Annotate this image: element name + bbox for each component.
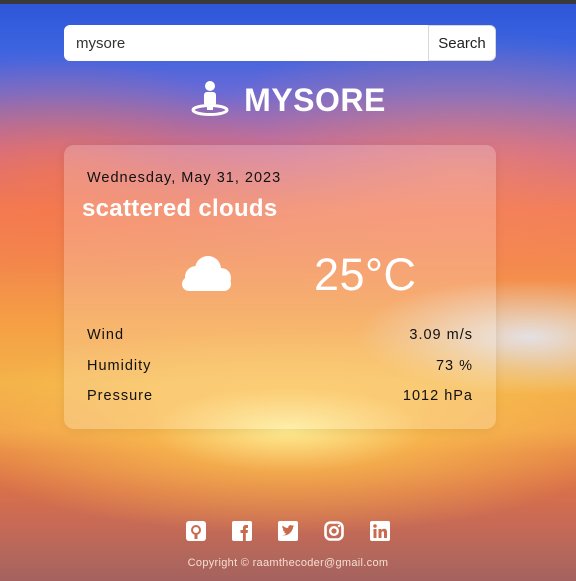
cloud-icon [178,255,234,298]
weather-card: Wednesday, May 31, 2023 scattered clouds… [64,145,496,429]
city-name: MYSORE [244,81,386,118]
search-button[interactable]: Search [428,25,496,61]
stat-value: 1012 hPa [402,388,473,404]
facebook-icon[interactable] [232,521,252,541]
stat-label: Pressure [87,388,154,404]
stat-pressure: Pressure 1012 hPa [87,388,473,404]
stat-humidity: Humidity 73 % [87,358,473,374]
stat-label: Humidity [87,358,152,374]
stat-label: Wind [87,327,125,343]
github-icon[interactable] [186,521,206,541]
linkedin-icon[interactable] [370,521,390,541]
stat-value: 3.09 m/s [409,327,473,343]
temperature: 25°C [314,249,417,300]
weather-date: Wednesday, May 31, 2023 [87,170,282,186]
stat-value: 73 % [435,358,473,374]
instagram-icon[interactable] [324,521,344,541]
social-links [0,521,576,541]
stat-wind: Wind 3.09 m/s [87,327,473,343]
search-input[interactable] [64,25,428,61]
twitter-icon[interactable] [278,521,298,541]
person-pin-icon [190,80,230,121]
search-bar: Search [64,25,496,61]
copyright-text: Copyright © raamthecoder@gmail.com [187,557,389,569]
browser-top-edge [0,0,576,4]
weather-description: scattered clouds [82,195,278,222]
city-header: MYSORE [0,80,576,120]
